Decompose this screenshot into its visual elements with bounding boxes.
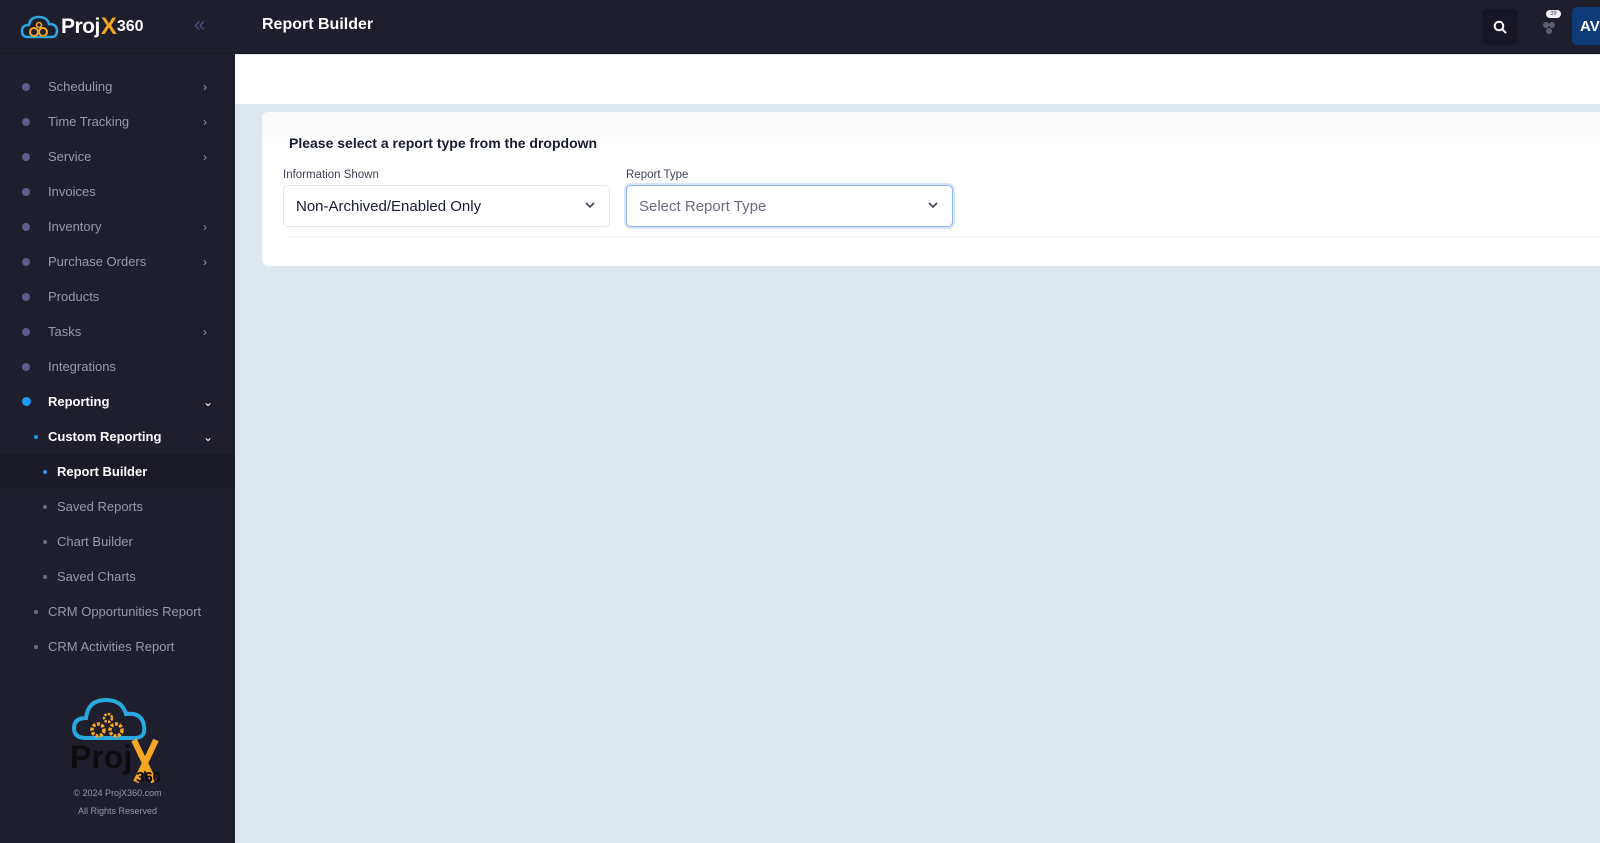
report-type-label: Report Type <box>626 169 689 181</box>
sidebar: Proj X 360 « Scheduling › Time Tracking › … <box>0 0 235 843</box>
sidebar-item-scheduling[interactable]: Scheduling › <box>0 69 235 104</box>
bullet-icon <box>34 434 38 439</box>
sidebar-item-label: Saved Reports <box>57 499 143 514</box>
sidebar-item-label: Invoices <box>48 184 96 199</box>
sidebar-header: Proj X 360 « <box>0 0 235 54</box>
bullet-icon <box>22 82 30 91</box>
footer-logo: Proj 360 <box>68 690 168 786</box>
bullet-icon <box>43 504 47 509</box>
svg-text:360: 360 <box>136 769 161 785</box>
card-divider <box>288 236 1600 237</box>
sidebar-item-inventory[interactable]: Inventory › <box>0 209 235 244</box>
chevron-right-icon: › <box>203 149 207 164</box>
sidebar-item-invoices[interactable]: Invoices <box>0 174 235 209</box>
notifications-button[interactable]: 39 <box>1535 10 1565 42</box>
logo-360: 360 <box>116 17 144 35</box>
sidebar-item-label: Chart Builder <box>57 534 133 549</box>
search-button[interactable] <box>1482 9 1518 45</box>
chevron-right-icon: › <box>203 114 207 129</box>
sidebar-item-crm-activities-report[interactable]: CRM Activities Report <box>0 629 235 664</box>
sidebar-menu: Scheduling › Time Tracking › Service › I… <box>0 54 235 664</box>
report-type-placeholder: Select Report Type <box>639 197 767 215</box>
topbar: Report Builder 39 AV <box>235 0 1600 54</box>
sidebar-item-tasks[interactable]: Tasks › <box>0 314 235 349</box>
sidebar-item-products[interactable]: Products <box>0 279 235 314</box>
sidebar-item-label: CRM Activities Report <box>48 639 175 654</box>
sidebar-item-label: Time Tracking <box>48 114 130 129</box>
chevron-down-icon: ⌄ <box>203 429 214 444</box>
chevron-right-icon: › <box>203 79 207 94</box>
copyright-text: © 2024 ProjX360.com <box>73 788 162 798</box>
sidebar-item-label: Purchase Orders <box>48 254 147 269</box>
information-shown-label: Information Shown <box>283 169 379 181</box>
chevron-right-icon: › <box>203 219 207 234</box>
notification-dot-icon <box>1549 22 1555 28</box>
search-icon <box>1493 20 1507 34</box>
sidebar-item-report-builder[interactable]: Report Builder <box>0 454 235 489</box>
sidebar-item-label: Service <box>48 149 92 164</box>
sidebar-item-time-tracking[interactable]: Time Tracking › <box>0 104 235 139</box>
chevron-down-icon: ⌄ <box>203 394 214 409</box>
sidebar-item-label: CRM Opportunities Report <box>48 604 202 619</box>
logo-x: X <box>100 12 117 40</box>
user-avatar[interactable]: AV <box>1572 7 1600 45</box>
sidebar-item-label: Scheduling <box>48 79 113 94</box>
sidebar-item-chart-builder[interactable]: Chart Builder <box>0 524 235 559</box>
report-type-select[interactable]: Select Report Type <box>626 185 953 227</box>
bullet-icon <box>34 609 38 614</box>
collapse-sidebar-icon[interactable]: « <box>194 14 205 37</box>
cloud-gears-icon <box>20 15 59 38</box>
report-builder-card: Please select a report type from the dro… <box>262 112 1600 266</box>
instruction-message: Please select a report type from the dro… <box>289 135 598 151</box>
bullet-icon <box>34 644 38 649</box>
sidebar-item-label: Inventory <box>48 219 102 234</box>
sidebar-footer: Proj 360 © 2024 ProjX360.com All Rights … <box>0 690 235 816</box>
sidebar-item-saved-reports[interactable]: Saved Reports <box>0 489 235 524</box>
bullet-icon <box>22 257 30 266</box>
sidebar-item-integrations[interactable]: Integrations <box>0 349 235 384</box>
bullet-icon <box>22 187 30 196</box>
chevron-down-icon <box>585 202 595 209</box>
chevron-right-icon: › <box>203 324 207 339</box>
bullet-icon <box>22 152 30 161</box>
card-top-band <box>262 112 1600 137</box>
sidebar-item-label: Integrations <box>48 359 116 374</box>
bullet-icon <box>22 327 30 336</box>
bullet-icon <box>22 117 30 126</box>
sidebar-item-saved-charts[interactable]: Saved Charts <box>0 559 235 594</box>
svg-text:Proj: Proj <box>70 739 132 775</box>
sidebar-item-label: Custom Reporting <box>48 429 162 444</box>
page-title: Report Builder <box>262 16 374 33</box>
sidebar-item-label: Report Builder <box>57 464 148 479</box>
notification-dot-icon <box>1546 28 1552 34</box>
chevron-right-icon: › <box>203 254 207 269</box>
bullet-icon <box>22 362 30 371</box>
sidebar-item-label: Tasks <box>48 324 82 339</box>
bullet-icon <box>22 397 31 406</box>
sidebar-item-label: Saved Charts <box>57 569 136 584</box>
information-shown-value: Non-Archived/Enabled Only <box>296 197 482 215</box>
sidebar-item-label: Reporting <box>48 394 110 409</box>
sidebar-item-service[interactable]: Service › <box>0 139 235 174</box>
footer-cloud-gears-icon: Proj 360 <box>70 697 161 786</box>
bullet-icon <box>22 292 30 301</box>
sidebar-item-custom-reporting[interactable]: Custom Reporting ⌄ <box>0 419 235 454</box>
sidebar-item-purchase-orders[interactable]: Purchase Orders › <box>0 244 235 279</box>
sidebar-item-label: Products <box>48 289 100 304</box>
bullet-icon <box>22 222 30 231</box>
rights-text: All Rights Reserved <box>77 806 158 816</box>
information-shown-select[interactable]: Non-Archived/Enabled Only <box>283 185 610 227</box>
bullet-icon <box>43 469 47 474</box>
bullet-icon <box>43 539 47 544</box>
toolbar-band <box>235 55 1600 104</box>
sidebar-item-reporting[interactable]: Reporting ⌄ <box>0 384 235 419</box>
bullet-icon <box>43 574 47 579</box>
notification-count-badge: 39 <box>1546 10 1561 18</box>
app-logo[interactable]: Proj X 360 <box>20 13 144 41</box>
chevron-down-icon <box>928 202 938 209</box>
logo-text: Proj <box>61 14 100 38</box>
sidebar-item-crm-opportunities-report[interactable]: CRM Opportunities Report <box>0 594 235 629</box>
